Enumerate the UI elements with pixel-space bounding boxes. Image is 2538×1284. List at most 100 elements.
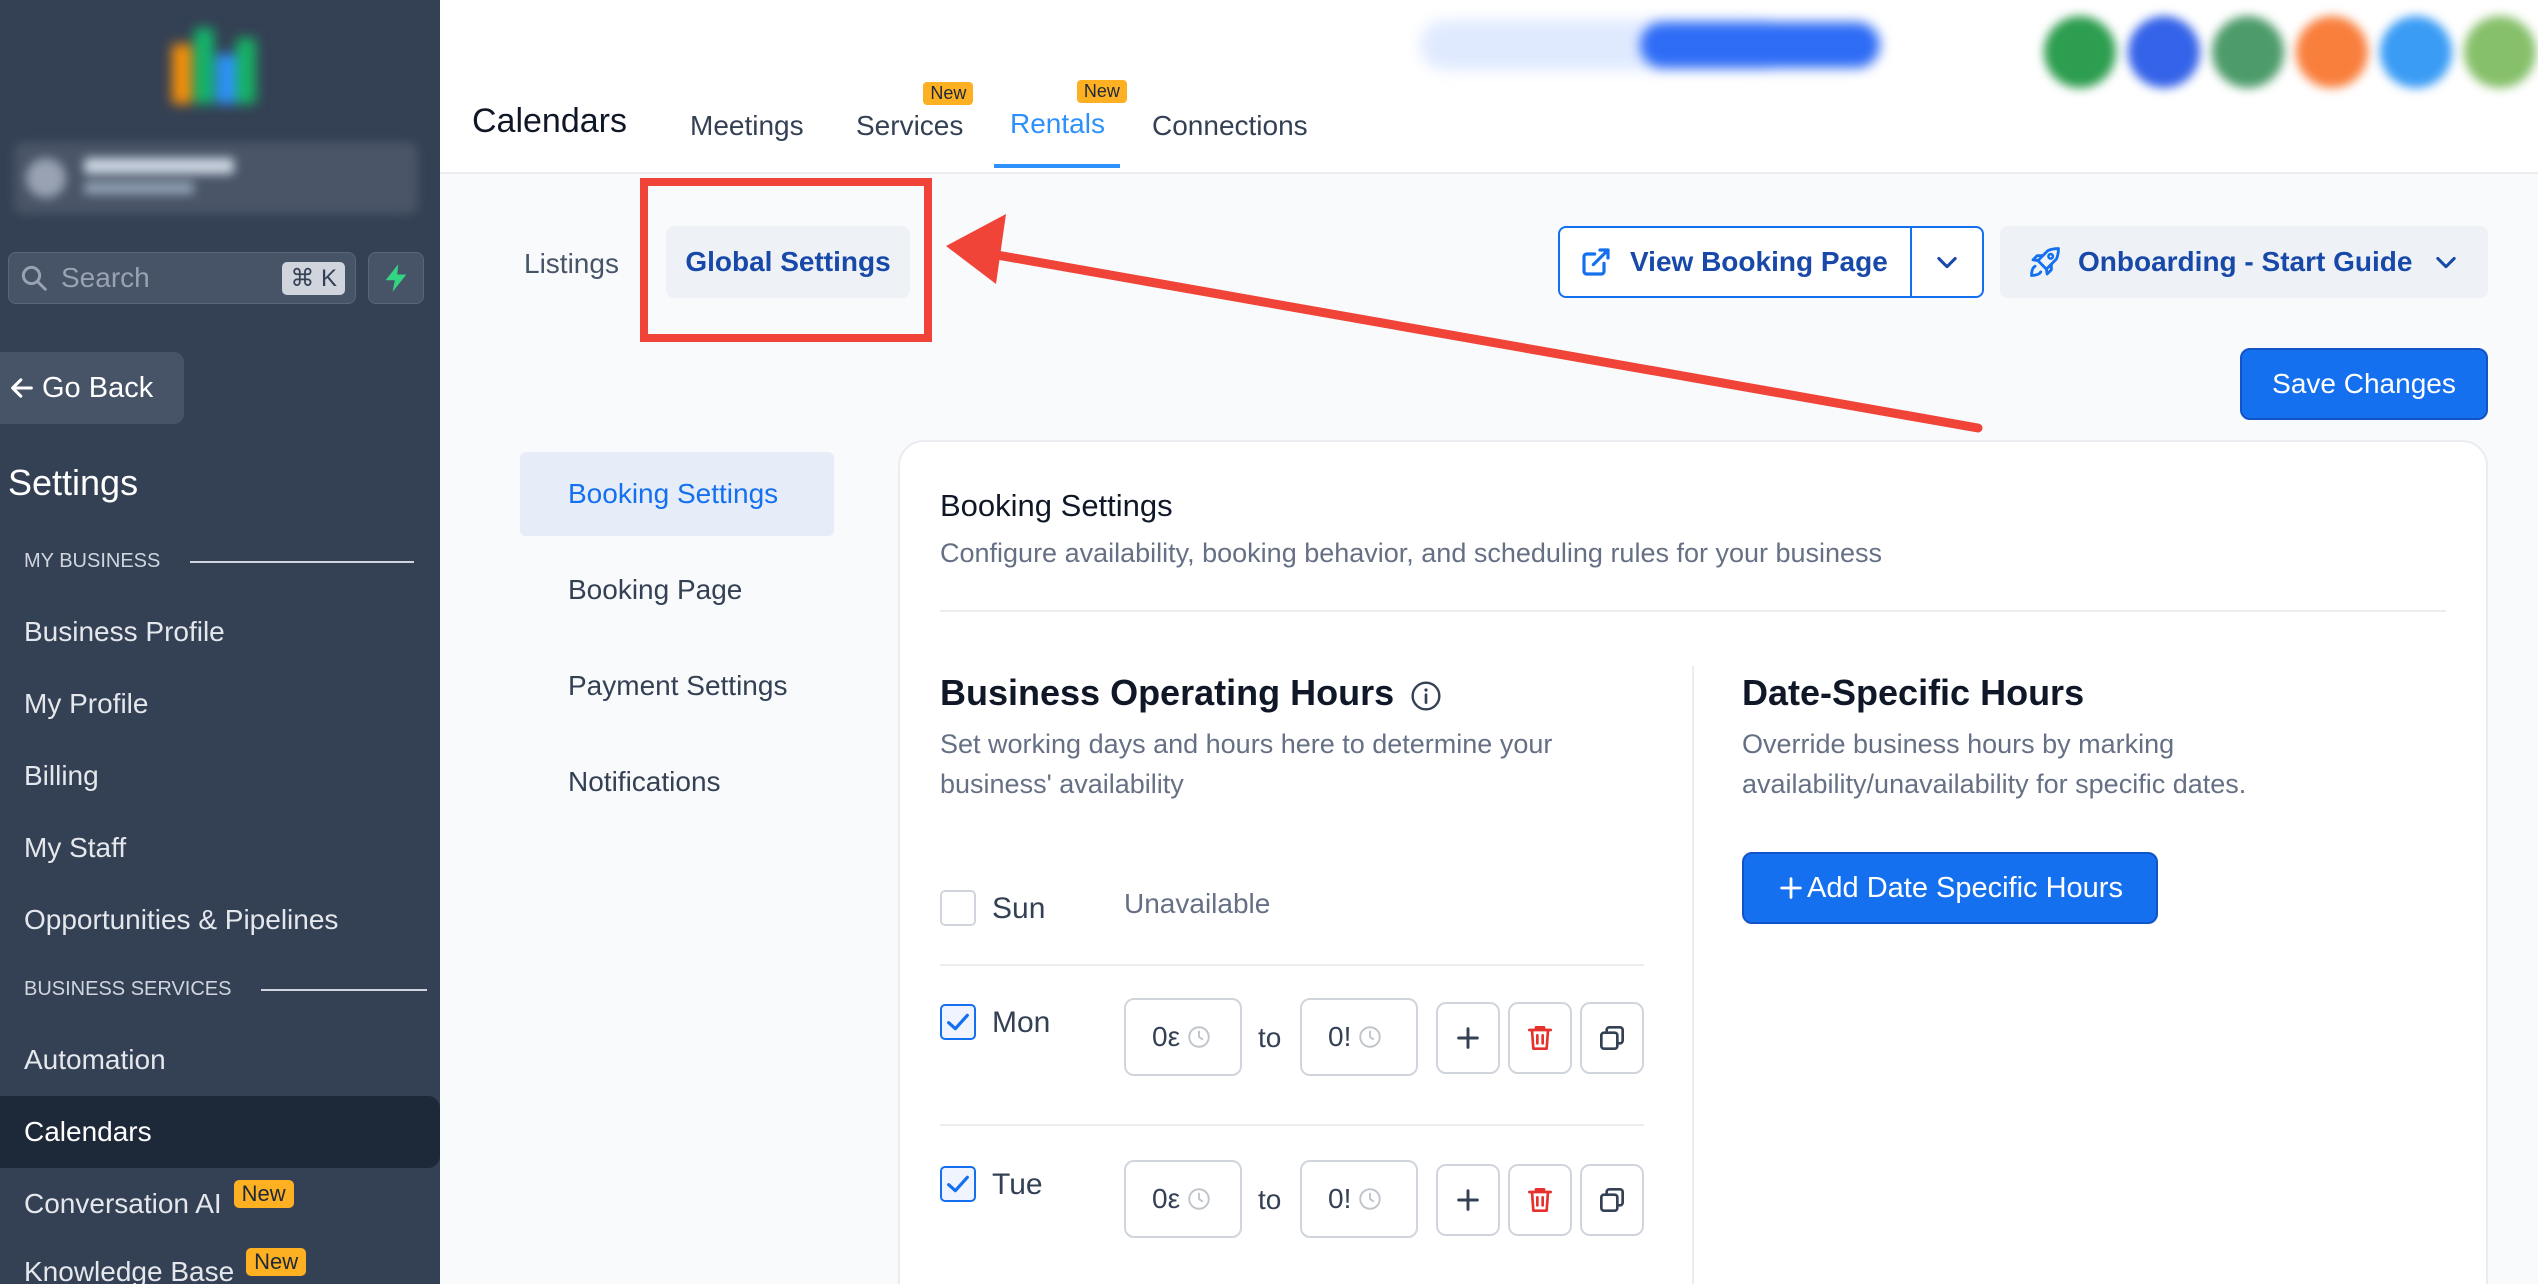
add-slot-button-mon[interactable] xyxy=(1436,1002,1500,1074)
delete-slot-button-mon[interactable] xyxy=(1508,1002,1572,1074)
blurred-avatar[interactable] xyxy=(2212,16,2284,88)
view-booking-main[interactable]: View Booking Page xyxy=(1560,246,1910,278)
day-checkbox-sun[interactable] xyxy=(940,890,976,926)
account-switcher[interactable] xyxy=(14,142,418,214)
blurred-avatar[interactable] xyxy=(2296,16,2368,88)
onboarding-label: Onboarding - Start Guide xyxy=(2078,246,2413,277)
clock-icon xyxy=(1359,1026,1382,1048)
sidebar-item-label: Conversation AI xyxy=(24,1188,222,1219)
plus-icon xyxy=(1780,877,1802,899)
tab-connections[interactable]: Connections xyxy=(1152,110,1308,142)
section-my-business: MY BUSINESS xyxy=(24,550,415,573)
sidebar-item-business-profile[interactable]: Business Profile xyxy=(24,616,225,648)
settings-heading: Settings xyxy=(8,462,139,503)
start-time-value: 0ε xyxy=(1152,1183,1181,1214)
day-checkbox-mon[interactable] xyxy=(940,1004,976,1040)
search-shortcut: ⌘ K xyxy=(282,261,345,295)
day-label-tue: Tue xyxy=(992,1168,1043,1201)
end-time-input-mon[interactable]: 0! xyxy=(1300,998,1418,1076)
blurred-avatar[interactable] xyxy=(2044,16,2116,88)
page-title: Calendars xyxy=(472,102,627,140)
section-business-services: BUSINESS SERVICES xyxy=(24,978,428,1001)
search-icon xyxy=(21,265,47,291)
info-icon[interactable] xyxy=(1410,680,1442,712)
tab-rentals[interactable]: Rentals New xyxy=(1010,80,1127,140)
go-back-button[interactable]: Go Back xyxy=(0,352,184,424)
copy-hours-button-mon[interactable] xyxy=(1580,1002,1644,1074)
view-booking-dropdown[interactable] xyxy=(1910,228,1982,296)
divider xyxy=(940,610,2446,612)
top-bar: Calendars Meetings Services New Rentals … xyxy=(440,0,2538,174)
start-time-input-mon[interactable]: 0ε xyxy=(1124,998,1242,1076)
sidebar-item-conversation-ai[interactable]: Conversation AI New xyxy=(24,1180,294,1220)
external-link-icon xyxy=(1582,248,1610,276)
tab-listings[interactable]: Listings xyxy=(524,248,619,280)
start-time-value: 0ε xyxy=(1152,1021,1181,1052)
sidebar-search[interactable]: Search ⌘ K xyxy=(8,252,356,304)
clock-icon xyxy=(1359,1188,1382,1210)
plus-icon xyxy=(1457,1027,1479,1049)
new-badge: New xyxy=(233,1180,294,1208)
view-booking-label: View Booking Page xyxy=(1630,246,1888,277)
settings-nav-payment-settings[interactable]: Payment Settings xyxy=(568,670,787,702)
settings-nav-booking-page[interactable]: Booking Page xyxy=(568,574,742,606)
settings-nav-notifications[interactable]: Notifications xyxy=(568,766,721,798)
day-checkbox-tue[interactable] xyxy=(940,1166,976,1202)
plus-icon xyxy=(1457,1189,1479,1211)
column-divider xyxy=(1692,666,1694,1284)
clock-icon xyxy=(1188,1188,1210,1210)
sidebar: Search ⌘ K Go Back Settings MY BUSINESS … xyxy=(0,0,440,1284)
view-booking-page-button[interactable]: View Booking Page xyxy=(1558,226,1984,298)
copy-icon xyxy=(1600,1026,1624,1050)
copy-hours-button-tue[interactable] xyxy=(1580,1164,1644,1236)
save-changes-button[interactable]: Save Changes xyxy=(2240,348,2488,420)
sidebar-item-knowledge-base[interactable]: Knowledge Base New xyxy=(24,1248,307,1284)
add-date-specific-hours-button[interactable]: Add Date Specific Hours xyxy=(1742,852,2158,924)
trash-icon xyxy=(1528,1188,1552,1212)
blurred-avatar[interactable] xyxy=(2464,16,2536,88)
operating-hours-desc: Set working days and hours here to deter… xyxy=(940,729,1553,799)
start-time-input-tue[interactable]: 0ε xyxy=(1124,1160,1242,1238)
day-label-sun: Sun xyxy=(992,892,1046,925)
chevron-down-icon xyxy=(2436,256,2457,269)
sidebar-item-opportunities[interactable]: Opportunities & Pipelines xyxy=(24,904,338,936)
new-badge: New xyxy=(923,82,974,105)
day-label-mon: Mon xyxy=(992,1006,1051,1039)
onboarding-guide-button[interactable]: Onboarding - Start Guide xyxy=(2000,226,2488,298)
lightning-icon xyxy=(385,264,407,292)
tab-services[interactable]: Services New xyxy=(856,82,974,142)
sidebar-item-my-profile[interactable]: My Profile xyxy=(24,688,148,720)
add-slot-button-tue[interactable] xyxy=(1436,1164,1500,1236)
go-back-label: Go Back xyxy=(42,371,154,404)
new-badge: New xyxy=(1076,80,1127,103)
card-title: Booking Settings xyxy=(940,488,1173,523)
blurred-header-button[interactable] xyxy=(1640,22,1880,68)
date-specific-desc: Override business hours by marking avail… xyxy=(1742,729,2247,799)
blurred-avatar[interactable] xyxy=(2128,16,2200,88)
operating-hours-title: Business Operating Hours xyxy=(940,672,1395,713)
check-icon xyxy=(947,1013,969,1031)
chevron-down-icon xyxy=(1937,256,1957,269)
check-icon xyxy=(947,1175,969,1193)
day-status-sun: Unavailable xyxy=(1124,888,1271,919)
date-specific-title: Date-Specific Hours xyxy=(1742,672,2085,713)
quick-actions-button[interactable] xyxy=(368,252,424,304)
trash-icon xyxy=(1528,1026,1552,1050)
end-time-input-tue[interactable]: 0! xyxy=(1300,1160,1418,1238)
to-label: to xyxy=(1258,1022,1282,1053)
active-tab-indicator xyxy=(994,164,1120,168)
sidebar-item-billing[interactable]: Billing xyxy=(24,760,99,792)
sidebar-item-calendars[interactable]: Calendars xyxy=(24,1116,152,1148)
sidebar-item-automation[interactable]: Automation xyxy=(24,1044,166,1076)
app-logo xyxy=(172,28,256,104)
divider xyxy=(940,964,1644,966)
new-badge: New xyxy=(246,1248,307,1276)
tab-meetings[interactable]: Meetings xyxy=(690,110,804,142)
blurred-avatar[interactable] xyxy=(2380,16,2452,88)
add-date-label: Add Date Specific Hours xyxy=(1807,871,2123,904)
sidebar-item-my-staff[interactable]: My Staff xyxy=(24,832,126,864)
delete-slot-button-tue[interactable] xyxy=(1508,1164,1572,1236)
arrow-left-icon xyxy=(11,378,33,398)
settings-nav-booking-settings[interactable]: Booking Settings xyxy=(568,478,778,510)
tab-label: Rentals xyxy=(1010,108,1105,139)
